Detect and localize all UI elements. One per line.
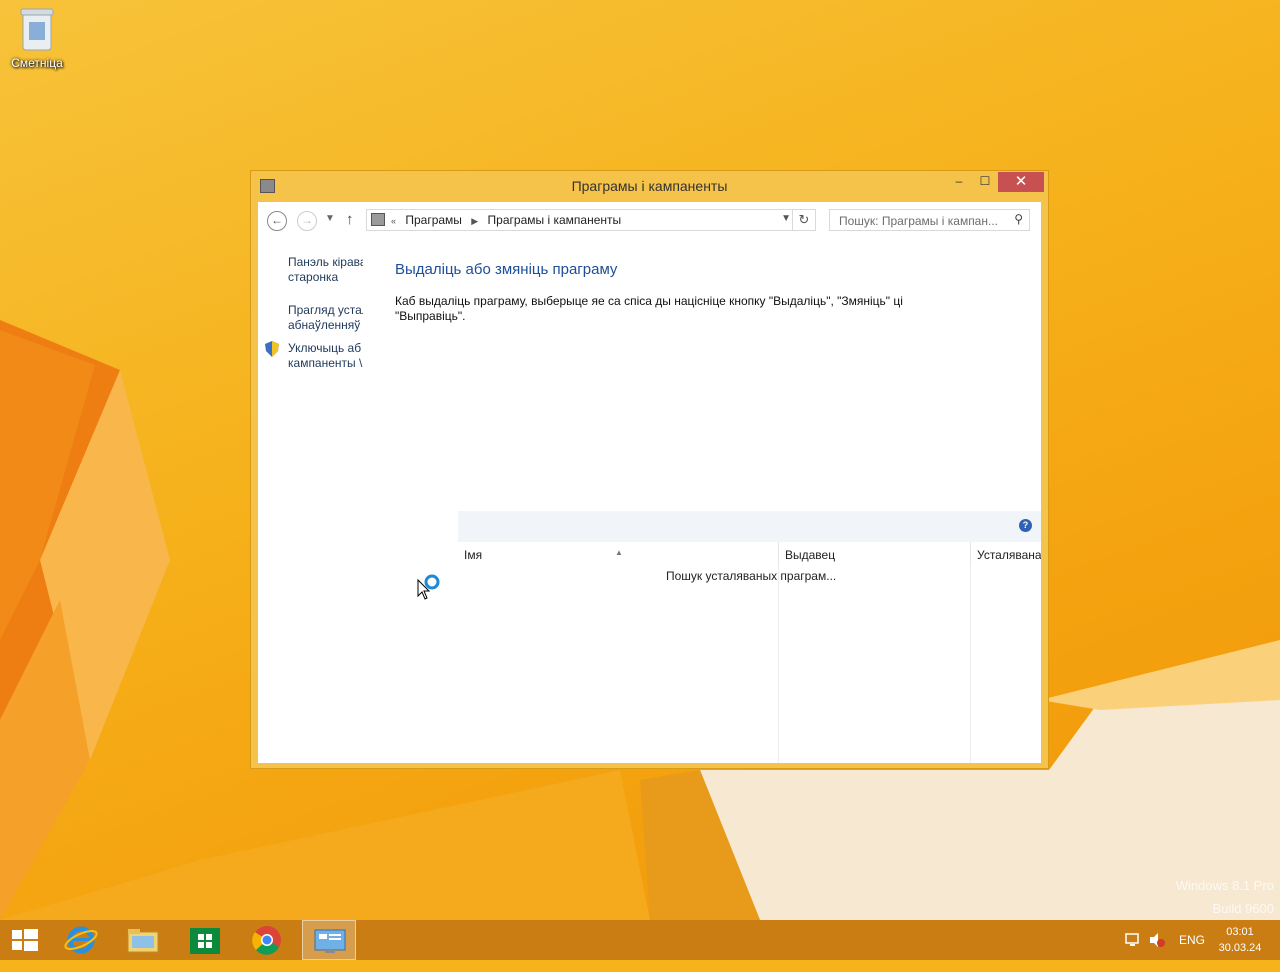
start-button[interactable] (0, 920, 54, 960)
taskbar-chrome[interactable] (240, 920, 294, 960)
refresh-button[interactable]: ↻ (792, 210, 815, 230)
clock-date: 30.03.24 (1218, 942, 1262, 954)
back-button[interactable]: ← (267, 211, 287, 231)
maximize-button[interactable]: ☐ (972, 172, 998, 192)
search-box[interactable]: ⚲ (829, 209, 1030, 231)
store-icon (190, 928, 220, 954)
column-divider (970, 566, 971, 763)
column-header-name[interactable]: Імя ▲ (458, 542, 778, 566)
link-text-line2: старонка (288, 270, 339, 284)
left-task-pane: Панэль кірава старонка Прагляд устал абн… (258, 242, 363, 763)
sort-ascending-icon: ▲ (615, 548, 623, 557)
network-icon[interactable] (1124, 932, 1142, 972)
breadcrumb-programs-and-features[interactable]: Праграмы і кампаненты (488, 213, 622, 227)
system-clock[interactable]: 03:01 30.03.24 (1210, 924, 1270, 956)
minimize-button[interactable]: ‒ (946, 172, 972, 192)
column-header-row: Імя ▲ Выдавец Усталявана (458, 542, 1041, 566)
page-title: Выдаліць або змяніць праграму (395, 261, 618, 278)
recycle-bin-shortcut[interactable]: Сметніца (6, 6, 68, 70)
control-panel-icon (314, 929, 346, 953)
help-icon[interactable]: ? (1019, 519, 1032, 532)
turn-windows-features-link[interactable]: Уключыць аб кампаненты \ (288, 341, 363, 371)
programs-list[interactable]: Пошук усталяваных праграм... (458, 566, 1041, 763)
volume-muted-icon[interactable] (1148, 932, 1166, 972)
control-panel-icon (371, 213, 385, 226)
language-indicator[interactable]: ENG (1179, 920, 1205, 960)
taskbar-store[interactable] (178, 920, 232, 960)
breadcrumb-overflow[interactable]: « (391, 216, 396, 226)
taskbar-file-explorer[interactable] (116, 920, 170, 960)
windows-edition-watermark: Windows 8.1 Pro (1175, 878, 1274, 893)
up-button[interactable]: ↑ (346, 211, 354, 228)
recycle-bin-label: Сметніца (11, 56, 63, 70)
chevron-down-icon[interactable]: ▼ (781, 213, 791, 224)
chevron-right-icon[interactable]: ▶ (471, 216, 478, 226)
column-header-publisher[interactable]: Выдавец (778, 542, 970, 566)
file-explorer-icon (127, 929, 159, 953)
column-divider (778, 566, 779, 763)
chrome-icon (252, 926, 281, 955)
link-text-line1: Панэль кірава (288, 255, 363, 269)
column-header-installed-on[interactable]: Усталявана (970, 542, 1041, 566)
windows-logo-icon (12, 929, 38, 951)
taskbar: ENG 03:01 30.03.24 (0, 920, 1280, 960)
breadcrumb-programs[interactable]: Праграмы (405, 213, 462, 227)
status-text: Пошук усталяваных праграм... (666, 569, 837, 583)
busy-cursor-icon (417, 574, 440, 600)
command-bar: ? (458, 511, 1041, 542)
shield-icon (265, 341, 279, 357)
column-header-label: Імя (464, 548, 483, 562)
recent-locations-icon[interactable]: ▼ (325, 213, 335, 224)
control-panel-home-link[interactable]: Панэль кірава старонка (288, 255, 363, 285)
page-description: Каб выдаліць праграму, выберыце яе са сп… (395, 294, 903, 323)
navigation-bar: ← → ▼ ↑ « Праграмы ▶ Праграмы і кампанен… (258, 202, 1041, 242)
taskbar-internet-explorer[interactable] (54, 920, 108, 960)
title-bar[interactable]: Праграмы і кампаненты ‒ ☐ ✕ (251, 171, 1048, 201)
build-watermark: Build 9600 (1212, 901, 1274, 916)
window-title: Праграмы і кампаненты (571, 178, 728, 194)
clock-time: 03:01 (1226, 926, 1254, 938)
forward-button[interactable]: → (297, 211, 317, 231)
close-button[interactable]: ✕ (998, 172, 1044, 192)
taskbar-control-panel[interactable] (302, 920, 356, 960)
address-bar[interactable]: « Праграмы ▶ Праграмы і кампаненты ▼ ↻ (366, 209, 816, 231)
link-text-line2: абнаўленняў (288, 318, 361, 332)
breadcrumb: « Праграмы ▶ Праграмы і кампаненты (391, 213, 627, 227)
window-client-area: ← → ▼ ↑ « Праграмы ▶ Праграмы і кампанен… (258, 202, 1041, 763)
search-icon[interactable]: ⚲ (1014, 212, 1023, 226)
link-text-line2: кампаненты \ (288, 356, 363, 370)
search-input[interactable] (837, 211, 1011, 231)
internet-explorer-icon (64, 926, 98, 954)
view-installed-updates-link[interactable]: Прагляд устал абнаўленняў (288, 303, 363, 333)
link-text-line1: Прагляд устал (288, 303, 363, 317)
programs-and-features-window: Праграмы і кампаненты ‒ ☐ ✕ ← → ▼ ↑ « Пр… (250, 170, 1049, 769)
recycle-bin-icon (19, 6, 55, 52)
link-text-line1: Уключыць аб (288, 341, 362, 355)
